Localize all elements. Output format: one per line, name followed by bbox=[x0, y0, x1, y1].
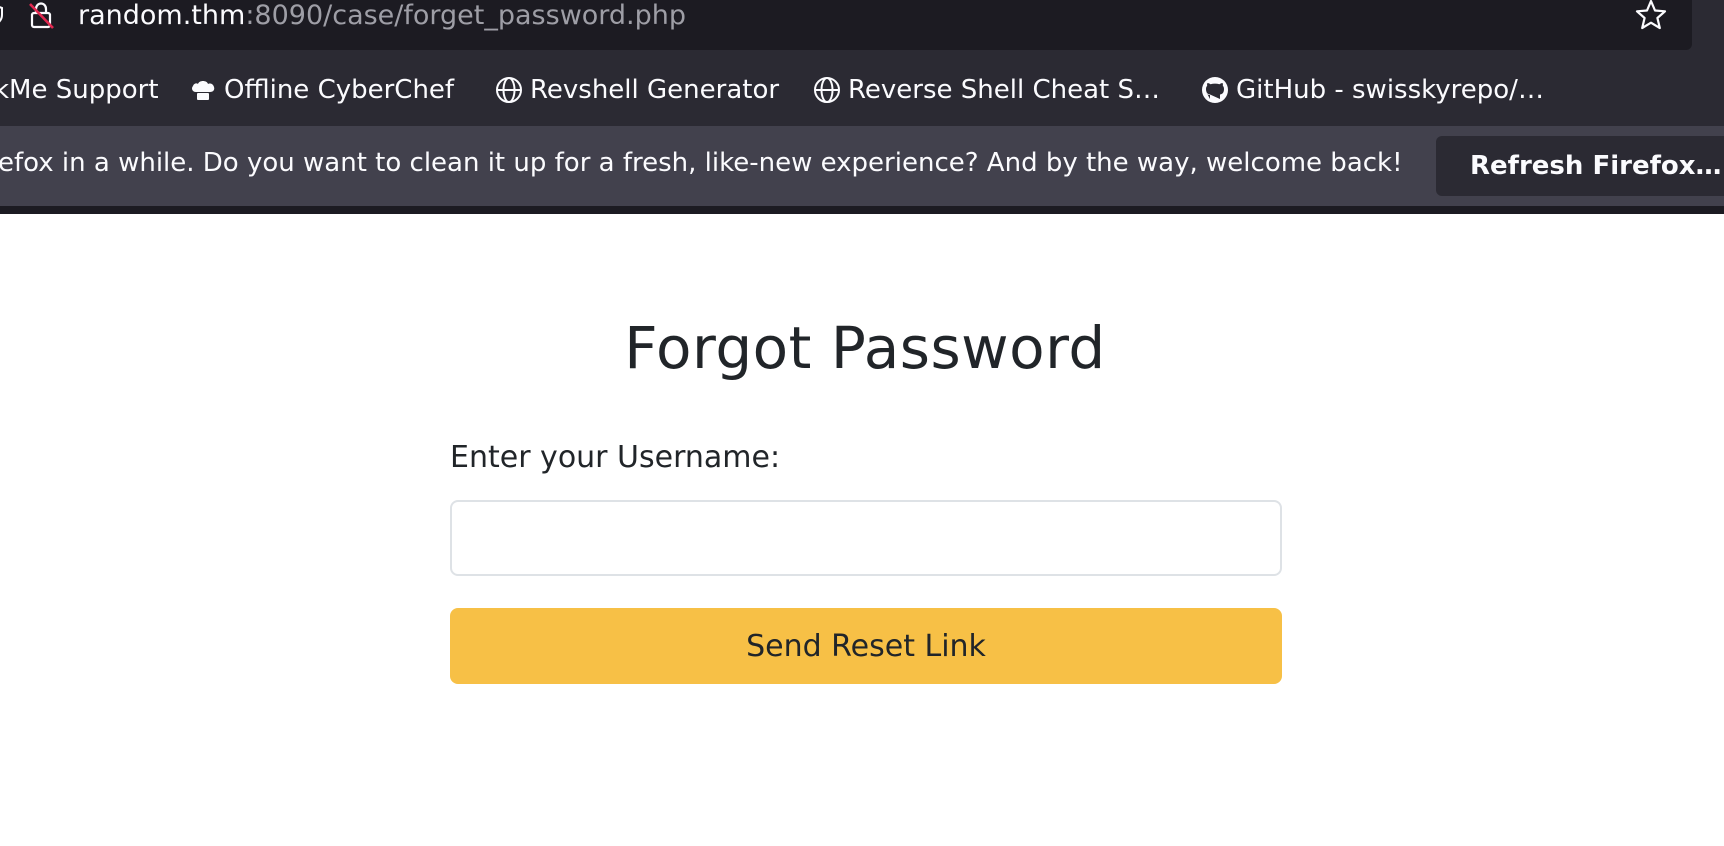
globe-icon bbox=[496, 77, 522, 103]
bookmark-label: GitHub - swisskyrepo/… bbox=[1236, 75, 1544, 105]
browser-chrome: random.thm:8090/case/forget_password.php… bbox=[0, 0, 1724, 214]
shield-icon[interactable] bbox=[0, 3, 4, 27]
page-title: Forgot Password bbox=[624, 314, 1106, 382]
bookmark-label: Offline CyberChef bbox=[224, 75, 455, 105]
chrome-divider bbox=[0, 206, 1724, 214]
bookmark-label: Revshell Generator bbox=[530, 75, 780, 105]
bookmark-reverse-shell-cheat[interactable]: Reverse Shell Cheat S… bbox=[812, 71, 1160, 109]
send-reset-link-button[interactable]: Send Reset Link bbox=[450, 608, 1282, 684]
toolbar: random.thm:8090/case/forget_password.php bbox=[0, 0, 1724, 54]
notification-message: efox in a while. Do you want to clean it… bbox=[0, 148, 1403, 178]
bookmark-label: Reverse Shell Cheat S… bbox=[848, 75, 1160, 105]
refresh-firefox-button[interactable]: Refresh Firefox… bbox=[1436, 136, 1724, 196]
url-text[interactable]: random.thm:8090/case/forget_password.php bbox=[78, 0, 686, 33]
bookmark-github[interactable]: GitHub - swisskyrepo/… bbox=[1200, 71, 1544, 109]
bookmark-revshell[interactable]: Revshell Generator bbox=[494, 71, 779, 109]
bookmark-cyberchef[interactable]: Offline CyberChef bbox=[188, 71, 454, 109]
address-bar[interactable]: random.thm:8090/case/forget_password.php bbox=[0, 0, 1692, 50]
globe-icon bbox=[814, 77, 840, 103]
github-icon bbox=[1202, 77, 1228, 103]
bookmark-label: kMe Support bbox=[0, 75, 159, 105]
notification-bar: efox in a while. Do you want to clean it… bbox=[0, 126, 1724, 206]
chef-hat-icon bbox=[192, 81, 215, 100]
url-host: random.thm bbox=[78, 0, 246, 31]
page-content: Forgot Password Enter your Username: Sen… bbox=[0, 214, 1724, 846]
username-input[interactable] bbox=[450, 500, 1282, 576]
url-path: :8090/case/forget_password.php bbox=[245, 0, 687, 31]
username-label: Enter your Username: bbox=[450, 440, 781, 475]
bookmark-support[interactable]: kMe Support bbox=[0, 71, 159, 109]
insecure-lock-icon[interactable] bbox=[26, 0, 56, 30]
bookmarks-toolbar: kMe Support Offline CyberChef Revshell G… bbox=[0, 62, 1724, 118]
bookmark-star-icon[interactable] bbox=[1634, 0, 1668, 32]
